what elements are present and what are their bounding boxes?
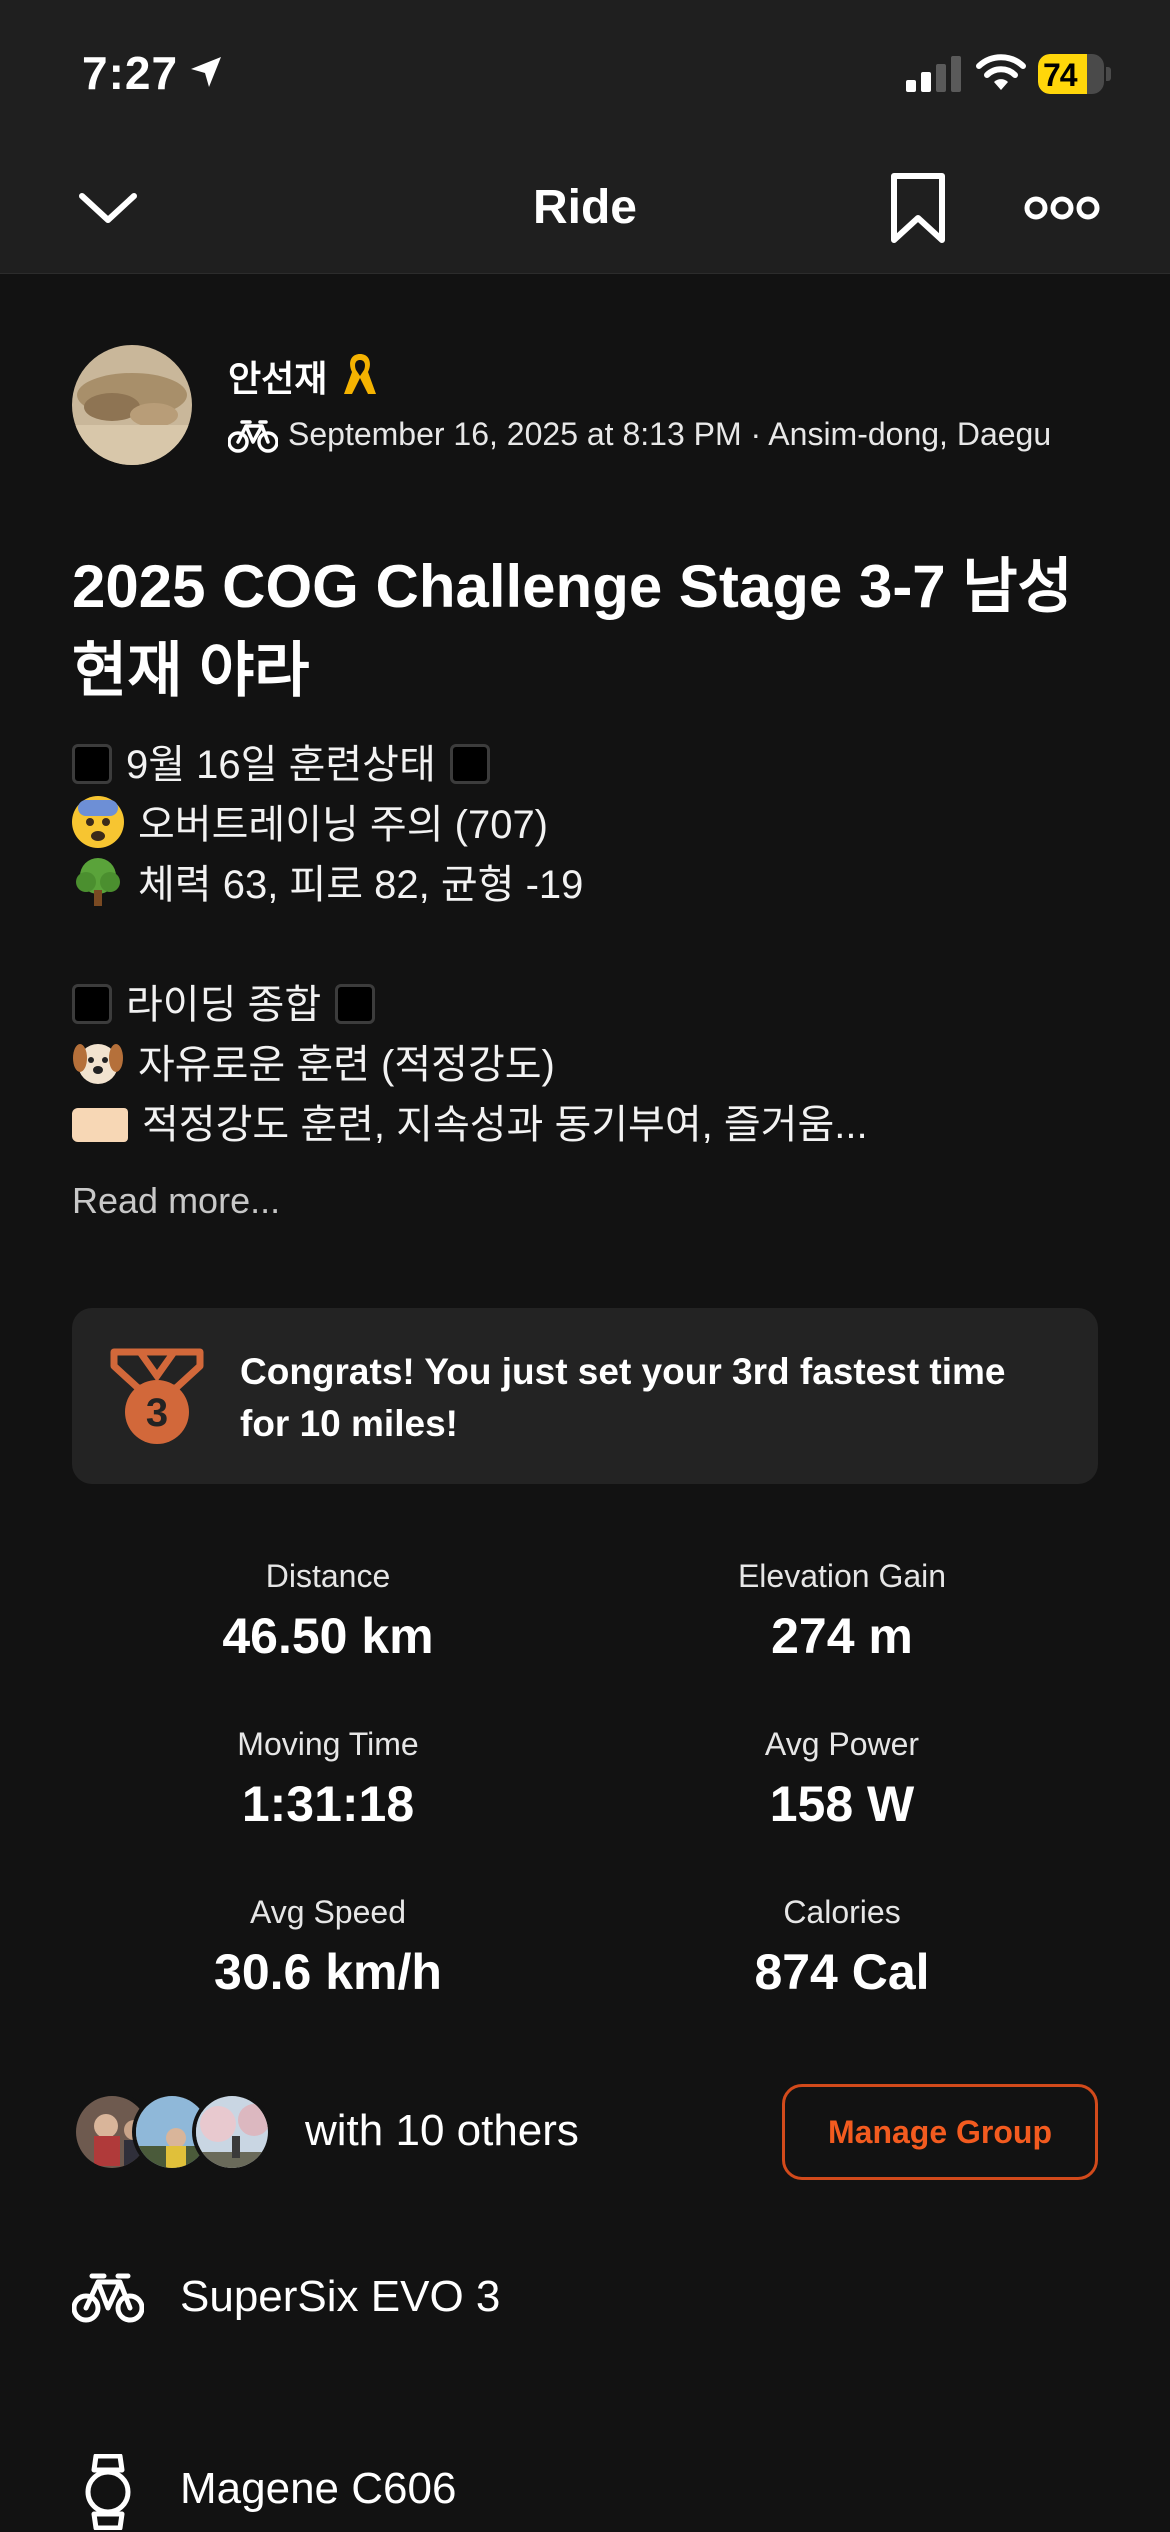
athlete-name[interactable]: 안선재: [228, 350, 327, 402]
watch-icon: [85, 2454, 131, 2530]
ribbon-icon: [344, 354, 376, 394]
bike-icon: [228, 420, 278, 453]
stat-label: Calories: [783, 1894, 901, 1930]
gear-device-name: Magene C606: [180, 2464, 457, 2513]
description-line: 9월 16일 훈련상태: [72, 735, 1112, 795]
medal-icon: 3: [110, 1348, 204, 1444]
stat-label: Elevation Gain: [737, 1558, 947, 1594]
group-avatars[interactable]: [72, 2092, 278, 2172]
battery-icon: 74: [1038, 54, 1111, 94]
description-line: 자유로운 훈련 (적정강도): [72, 1035, 1112, 1095]
activity-title: 2025 COG Challenge Stage 3-7 남성현재 야라: [72, 553, 1073, 704]
stat-elevation-gain: Elevation Gain 274 m: [582, 1558, 1102, 1665]
gear-bike-name: SuperSix EVO 3: [180, 2272, 501, 2321]
avatar[interactable]: [72, 345, 192, 465]
stat-value: 30.6 km/h: [214, 1944, 442, 2000]
bookmark-icon[interactable]: [888, 172, 948, 244]
group-with-others[interactable]: with 10 others: [305, 2106, 579, 2156]
achievement-text: Congrats! You just set your 3rd fastest …: [240, 1351, 1006, 1444]
status-bar: 7:27 74: [0, 0, 1170, 150]
bike-icon: [72, 2273, 144, 2323]
black-square-icon: [72, 744, 112, 784]
black-square-icon: [72, 984, 112, 1024]
stat-value: 158 W: [769, 1776, 915, 1832]
tree-icon: [72, 856, 124, 908]
fearful-face-icon: [72, 796, 124, 848]
black-square-icon: [335, 984, 376, 1024]
description-line: 라이딩 종합: [72, 975, 1112, 1035]
stat-label: Moving Time: [237, 1726, 419, 1762]
stat-calories: Calories 874 Cal: [582, 1894, 1102, 2001]
stat-value: 874 Cal: [754, 1944, 930, 2000]
page-title: Ride: [532, 181, 637, 234]
achievement-card[interactable]: 3 Congrats! You just set your 3rd fastes…: [72, 1308, 1098, 1484]
group-member-avatar: [192, 2092, 272, 2172]
dog-face-icon: [72, 1036, 124, 1088]
description-line: 체력 63, 피로 82, 균형 -19: [72, 855, 1112, 915]
stat-label: Avg Speed: [250, 1894, 406, 1930]
nav-bar: Ride: [0, 150, 1170, 274]
read-more-link[interactable]: Read more...: [72, 1180, 280, 1222]
battery-level: 74: [1043, 57, 1078, 93]
label-tag-icon: [72, 1108, 128, 1142]
gear-bike-row[interactable]: SuperSix EVO 3: [72, 2258, 1102, 2338]
location-arrow-icon: [191, 57, 221, 87]
medal-rank: 3: [146, 1391, 168, 1435]
stat-avg-speed: Avg Speed 30.6 km/h: [68, 1894, 588, 2001]
description-line: 적정강도 훈련, 지속성과 동기부여, 즐거움...: [72, 1095, 1112, 1155]
black-square-icon: [449, 744, 490, 784]
stat-distance: Distance 46.50 km: [68, 1558, 588, 1665]
stat-value: 274 m: [771, 1608, 913, 1664]
stat-value: 1:31:18: [241, 1776, 415, 1832]
description-line: 오버트레이닝 주의 (707): [72, 795, 1112, 855]
manage-group-button[interactable]: Manage Group: [782, 2084, 1098, 2180]
status-time: 7:27: [82, 47, 179, 99]
stat-label: Distance: [265, 1558, 391, 1594]
more-icon[interactable]: [1024, 192, 1100, 224]
wifi-icon: [976, 54, 1026, 90]
gear-device-row[interactable]: Magene C606: [72, 2450, 1102, 2530]
activity-meta: September 16, 2025 at 8:13 PM · Ansim-do…: [288, 416, 1052, 452]
stat-label: Avg Power: [764, 1726, 920, 1762]
stat-moving-time: Moving Time 1:31:18: [68, 1726, 588, 1833]
signal-icon: [906, 56, 961, 92]
stat-avg-power: Avg Power 158 W: [582, 1726, 1102, 1833]
stat-value: 46.50 km: [222, 1608, 434, 1664]
